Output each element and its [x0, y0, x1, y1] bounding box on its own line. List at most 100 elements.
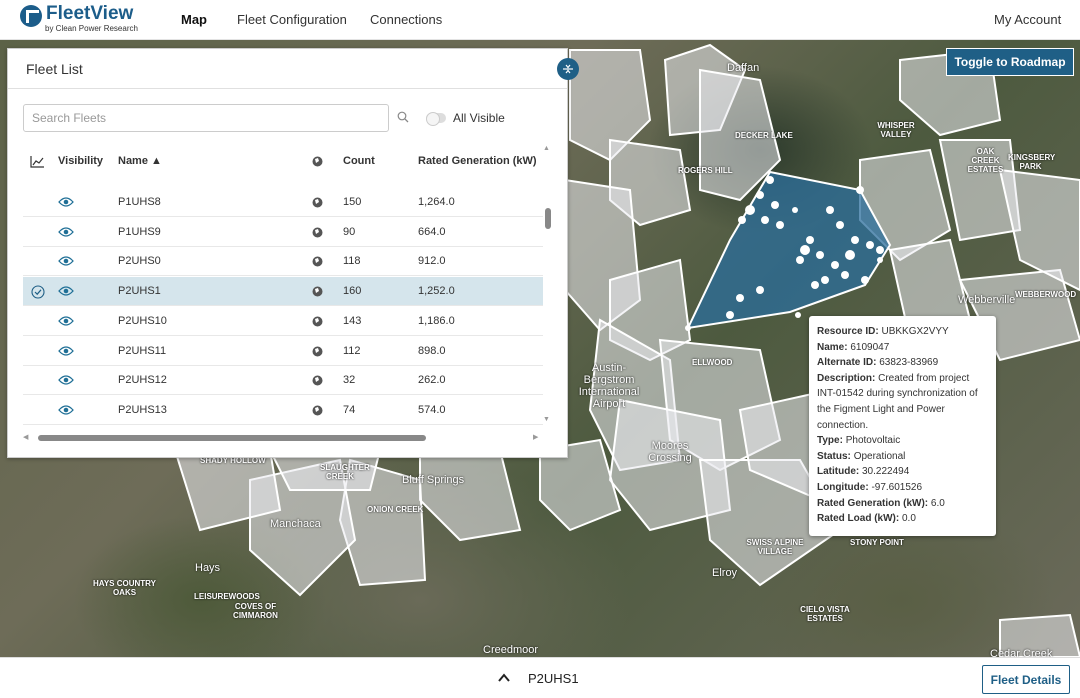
nav-map[interactable]: Map [181, 12, 207, 27]
visibility-eye-icon[interactable] [58, 196, 74, 208]
map-label: WHISPER VALLEY [877, 121, 915, 139]
nav-connections[interactable]: Connections [370, 12, 442, 27]
tooltip-label: Status: [817, 450, 851, 462]
fleet-details-button[interactable]: Fleet Details [982, 665, 1070, 694]
visibility-eye-icon[interactable] [58, 315, 74, 327]
map-label: LEISUREWOODS [194, 592, 260, 601]
scroll-left-arrow[interactable]: ◀ [23, 433, 28, 441]
scroll-right-arrow[interactable]: ▶ [533, 433, 538, 441]
search-icon[interactable] [397, 111, 409, 123]
tooltip-status: Operational [853, 450, 906, 462]
selected-check-icon [31, 285, 45, 299]
toggle-roadmap-button[interactable]: Toggle to Roadmap [946, 48, 1074, 76]
table-row[interactable]: P1UHS8 150 1,264.0 [23, 188, 543, 217]
tooltip-label: Alternate ID: [817, 357, 877, 369]
table-row[interactable]: P2UHS12 32 262.0 [23, 366, 543, 396]
fleet-name: P1UHS8 [118, 196, 161, 208]
table-header: Visibility Name ▲ Count Rated Generation… [23, 146, 543, 186]
all-visible-toggle[interactable] [426, 112, 446, 126]
fleet-list-title: Fleet List [26, 61, 83, 77]
fleet-rated-generation: 262.0 [418, 374, 446, 387]
chevron-up-icon[interactable] [498, 673, 510, 683]
column-rated-generation[interactable]: Rated Generation (kW) [418, 155, 537, 167]
chart-icon[interactable] [30, 156, 45, 168]
globe-icon[interactable] [312, 256, 323, 267]
globe-icon[interactable] [312, 286, 323, 297]
globe-icon [312, 156, 323, 167]
globe-icon[interactable] [312, 405, 323, 416]
fleet-name: P2UHS10 [118, 314, 167, 327]
tooltip-label: Rated Load (kW): [817, 513, 900, 525]
top-bar: FleetView by Clean Power Research Map Fl… [0, 0, 1080, 40]
collapse-icon [563, 64, 573, 74]
resource-tooltip: Resource ID: UBKKGX2VYY Name: 6109047 Al… [809, 316, 996, 536]
fleet-name: P2UHS12 [118, 374, 167, 387]
globe-icon[interactable] [312, 316, 323, 327]
tooltip-alt-id: 63823-83969 [879, 357, 939, 369]
horizontal-scrollbar-thumb[interactable] [38, 435, 426, 441]
map-label: SWISS ALPINE VILLAGE [746, 538, 804, 556]
column-visibility[interactable]: Visibility [58, 155, 103, 167]
fleet-name: P2UHS13 [118, 403, 167, 416]
visibility-eye-icon[interactable] [58, 345, 74, 357]
tooltip-label: Longitude: [817, 481, 869, 493]
map-label: ELLWOOD [692, 358, 733, 367]
map-label: Manchaca [270, 518, 321, 530]
visibility-eye-icon[interactable] [58, 285, 74, 297]
globe-icon[interactable] [312, 346, 323, 357]
globe-icon[interactable] [312, 375, 323, 386]
tooltip-label: Name: [817, 341, 848, 353]
map-label: OAK CREEK ESTATES [967, 147, 1004, 174]
map-label: CIELO VISTA ESTATES [800, 605, 850, 623]
map-label: STONY POINT [850, 538, 904, 547]
map-label: Austin-Bergstrom International Airport [578, 362, 640, 410]
scroll-down-arrow[interactable]: ▼ [543, 416, 550, 423]
tooltip-longitude: -97.601526 [871, 481, 923, 493]
vertical-scrollbar-thumb[interactable] [545, 208, 551, 229]
map-label: Elroy [712, 567, 738, 579]
scroll-up-arrow[interactable]: ▲ [543, 145, 550, 152]
map-label: ONION CREEK [367, 505, 424, 514]
map-label: Moores Crossing [648, 440, 692, 464]
collapse-panel-button[interactable] [557, 58, 579, 80]
tooltip-rated-generation: 6.0 [930, 497, 945, 509]
fleet-rated-generation: 898.0 [418, 344, 446, 357]
map-label: Hays [195, 562, 221, 574]
map-label: SLAUGHTER CREEK [320, 463, 370, 481]
column-name[interactable]: Name ▲ [118, 155, 162, 167]
fleet-count: 118 [343, 255, 361, 268]
fleet-list-panel: Fleet List All Visible Visibility Name ▲… [7, 48, 568, 458]
fleet-rated-generation: 1,252.0 [418, 285, 455, 298]
column-count[interactable]: Count [343, 155, 375, 167]
nav-fleet-configuration[interactable]: Fleet Configuration [237, 12, 347, 27]
fleetview-logo-icon [20, 5, 42, 27]
table-row[interactable]: P2UHS0 118 912.0 [23, 247, 543, 277]
visibility-eye-icon[interactable] [58, 255, 74, 267]
fleet-name: P2UHS11 [118, 344, 167, 357]
tooltip-label: Description: [817, 372, 876, 384]
fleet-rated-generation: 1,186.0 [418, 314, 455, 327]
table-row[interactable]: P2UHS10 143 1,186.0 [23, 307, 543, 336]
fleet-count: 32 [343, 374, 356, 387]
table-row[interactable]: P2UHS13 74 574.0 [23, 396, 543, 425]
selected-fleet-name[interactable]: P2UHS1 [528, 671, 579, 686]
brand-subtitle: by Clean Power Research [45, 24, 138, 33]
tooltip-type: Photovoltaic [845, 435, 901, 447]
fleet-name: P2UHS1 [118, 285, 161, 298]
visibility-eye-icon[interactable] [58, 404, 74, 416]
map-label: Bluff Springs [402, 474, 465, 486]
nav-my-account[interactable]: My Account [994, 12, 1061, 27]
globe-icon[interactable] [312, 227, 323, 238]
tooltip-label: Resource ID: [817, 326, 879, 337]
tooltip-label: Type: [817, 435, 843, 447]
map-label: WEBBERWOOD [1015, 290, 1077, 299]
table-row[interactable]: P2UHS11 112 898.0 [23, 337, 543, 366]
table-row[interactable]: P1UHS9 90 664.0 [23, 218, 543, 247]
visibility-eye-icon[interactable] [58, 226, 74, 238]
table-row[interactable]: P2UHS1 160 1,252.0 [23, 277, 543, 307]
globe-icon[interactable] [312, 197, 323, 208]
search-fleets-input[interactable] [23, 104, 389, 132]
visibility-eye-icon[interactable] [58, 374, 74, 386]
map-label: HAYS COUNTRY OAKS [93, 579, 156, 597]
fleet-name: P1UHS9 [118, 225, 161, 238]
